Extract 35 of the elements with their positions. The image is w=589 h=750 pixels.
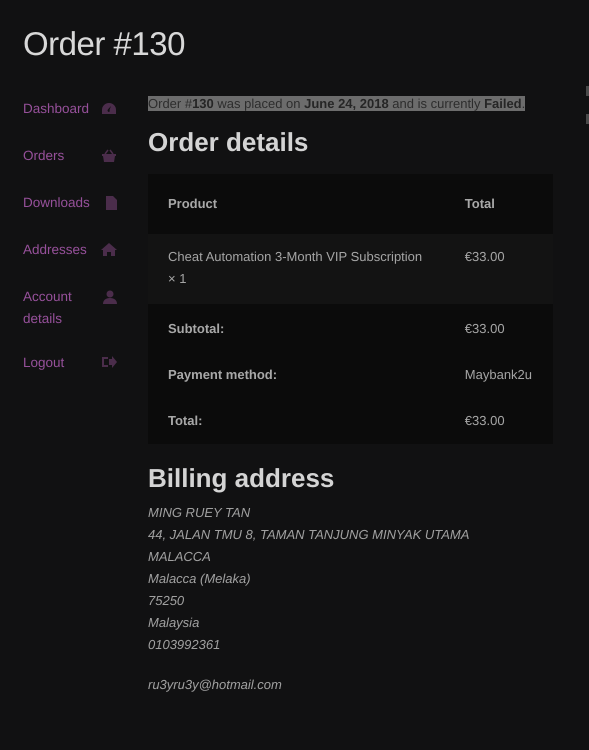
table-cell: €33.00	[444, 234, 553, 304]
product-name: Cheat Automation 3-Month VIP Subscription	[168, 249, 422, 264]
address-line: MING RUEY TAN	[148, 504, 252, 522]
page-title: Order #130	[23, 24, 186, 64]
file-icon	[106, 196, 117, 210]
gauge-icon	[101, 102, 117, 116]
section-heading: Order details	[148, 126, 310, 158]
column-header: Total	[444, 174, 553, 234]
sidebar-item[interactable]: Account details	[23, 282, 117, 334]
sidebar-item[interactable]: Addresses	[23, 235, 117, 274]
table-cell: €33.00	[444, 398, 553, 444]
address-line: 75250	[148, 592, 186, 610]
home-icon	[101, 243, 117, 256]
table-cell: €33.00	[444, 304, 553, 352]
logout-icon	[102, 356, 117, 368]
sidebar-item[interactable]: Downloads	[23, 188, 117, 227]
address-line: Malaysia	[148, 614, 200, 632]
basket-icon	[101, 149, 117, 162]
user-icon	[103, 290, 117, 304]
section-heading: Billing address	[148, 462, 336, 494]
email-address: ru3yru3y@hotmail.com	[148, 676, 283, 694]
table-cell: Maybank2u	[444, 352, 553, 398]
address-line: MALACCA	[148, 548, 212, 566]
row-label: Payment method:	[148, 352, 445, 398]
row-label: Subtotal:	[148, 304, 445, 352]
address-line: 44, JALAN TMU 8, TAMAN TANJUNG MINYAK UTAMA	[148, 526, 470, 544]
address-line: Malacca (Melaka)	[148, 570, 252, 588]
sidebar-item[interactable]: Dashboard	[23, 94, 117, 133]
order-notice: Order #130 was placed on June 24, 2018 and is currently Failed.	[148, 96, 526, 111]
sidebar-item[interactable]: Orders	[23, 141, 117, 180]
row-label: Total:	[148, 398, 445, 444]
column-header: Product	[148, 174, 445, 234]
address-line: 0103992361	[148, 636, 222, 654]
sidebar-item[interactable]: Logout	[23, 348, 117, 387]
quantity: × 1	[168, 271, 186, 286]
